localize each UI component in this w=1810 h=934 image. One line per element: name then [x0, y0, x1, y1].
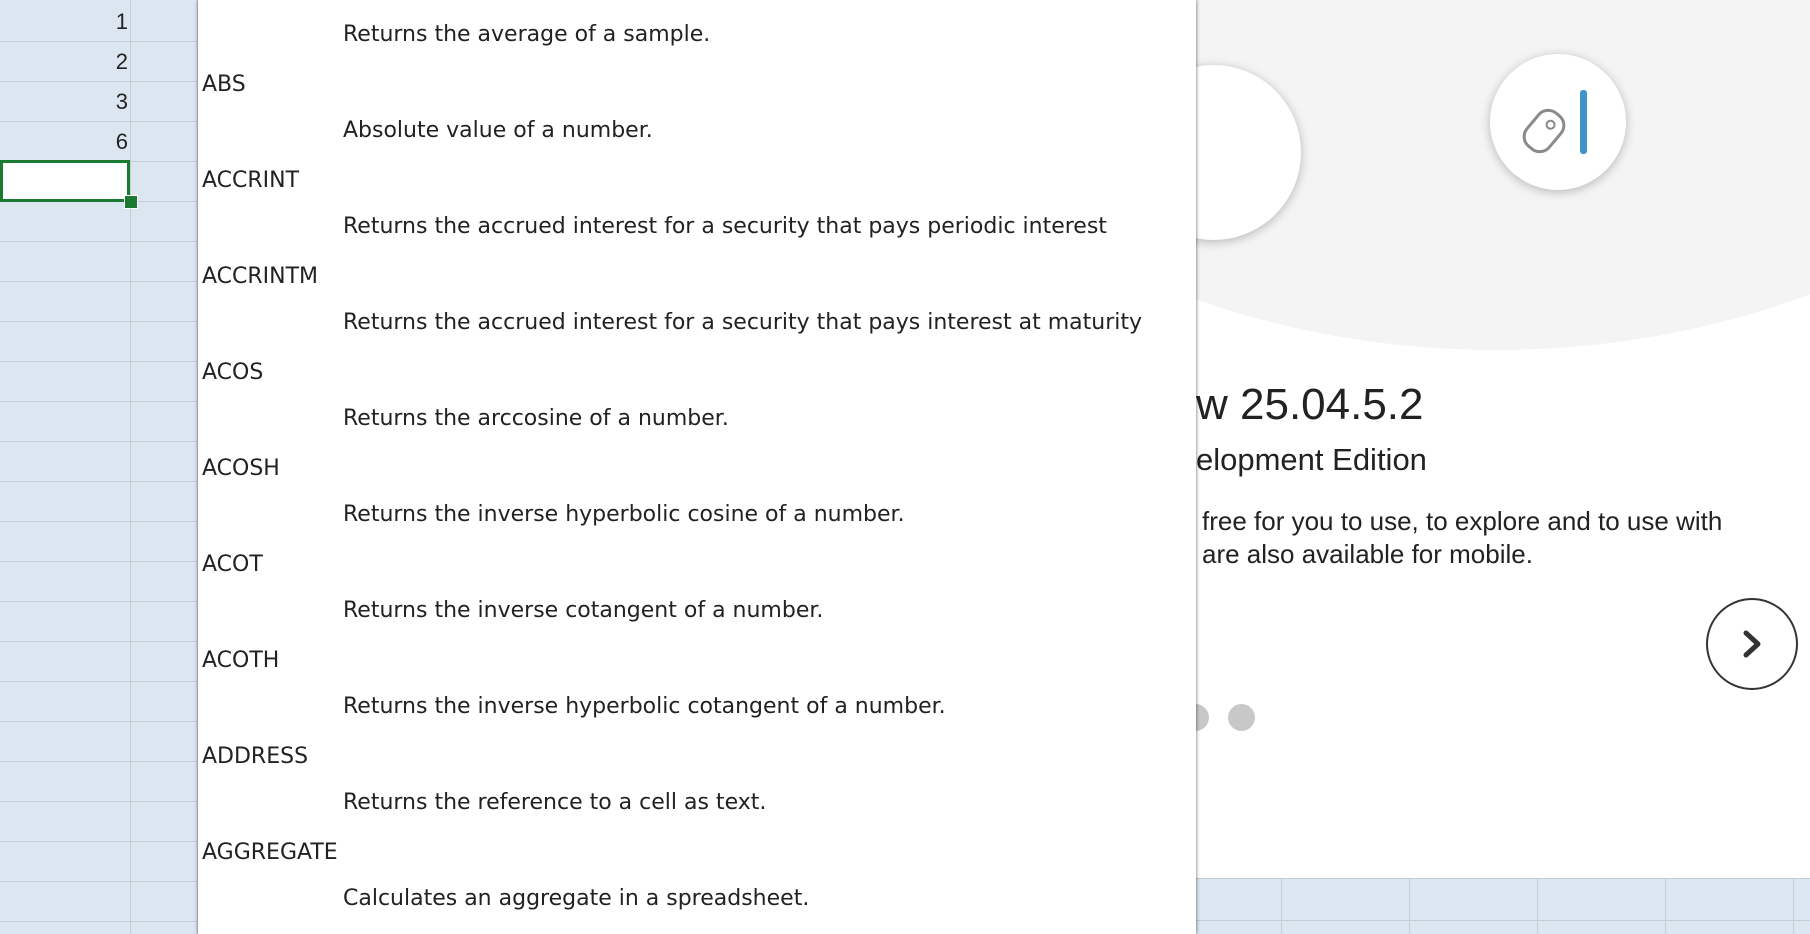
grid-line — [1537, 878, 1538, 934]
cursor-bar-icon — [1580, 90, 1587, 154]
function-item-acos[interactable]: ACOS — [202, 360, 263, 385]
cell-a2[interactable]: 2 — [0, 49, 128, 75]
function-description: Returns the average of a sample. — [343, 22, 711, 47]
cell-a4[interactable]: 6 — [0, 129, 128, 155]
grid-line — [0, 401, 198, 402]
function-item-acoth[interactable]: ACOTH — [202, 648, 279, 673]
edition-subtitle: elopment Edition — [1196, 442, 1427, 477]
function-description: Returns the inverse hyperbolic cotangent… — [343, 694, 946, 719]
grid-line — [0, 641, 198, 642]
next-page-button[interactable] — [1706, 598, 1798, 690]
function-description: Returns the arccosine of a number. — [343, 406, 729, 431]
grid-line — [1281, 878, 1282, 934]
welcome-description: free for you to use, to explore and to u… — [1196, 505, 1722, 571]
function-item-accrint[interactable]: ACCRINT — [202, 168, 299, 193]
grid-line — [0, 521, 198, 522]
page-dot[interactable] — [1228, 704, 1255, 731]
grid-line — [0, 441, 198, 442]
grid-line — [0, 841, 198, 842]
tag-icon — [1516, 103, 1572, 159]
function-description: Absolute value of a number. — [343, 118, 653, 143]
grid-line — [0, 601, 198, 602]
cell-a3[interactable]: 3 — [0, 89, 128, 115]
grid-line — [1665, 878, 1666, 934]
function-description: Returns the reference to a cell as text. — [343, 790, 767, 815]
function-description: Returns the accrued interest for a secur… — [343, 310, 1143, 335]
tag-feature-icon — [1490, 54, 1626, 190]
welcome-dialog: w 25.04.5.2 elopment Edition free for yo… — [1196, 0, 1810, 878]
grid-line — [0, 281, 198, 282]
function-description: Returns the inverse cotangent of a numbe… — [343, 598, 824, 623]
grid-line — [0, 121, 198, 122]
grid-line — [0, 241, 198, 242]
chevron-right-icon — [1743, 630, 1761, 658]
function-item-accrintm[interactable]: ACCRINTM — [202, 264, 318, 289]
grid-line — [1196, 878, 1810, 879]
function-item-address[interactable]: ADDRESS — [202, 744, 308, 769]
description-line-2: are also available for mobile. — [1202, 539, 1533, 569]
grid-line — [0, 681, 198, 682]
function-description: Returns the accrued interest for a secur… — [343, 214, 1107, 239]
grid-line — [1793, 878, 1794, 934]
function-item-aggregate[interactable]: AGGREGATE — [202, 840, 338, 865]
function-description: Calculates an aggregate in a spreadsheet… — [343, 886, 810, 911]
function-description: Returns the inverse hyperbolic cosine of… — [343, 502, 905, 527]
description-line-1: free for you to use, to explore and to u… — [1202, 506, 1723, 536]
grid-line — [0, 41, 198, 42]
grid-line — [0, 561, 198, 562]
grid-line — [130, 0, 131, 934]
function-item-abs[interactable]: ABS — [202, 72, 246, 97]
function-list-dropdown[interactable]: Returns the average of a sample. ABS Abs… — [198, 0, 1196, 934]
grid-line — [1409, 878, 1410, 934]
grid-line — [0, 721, 198, 722]
grid-line — [0, 761, 198, 762]
grid-line — [0, 81, 198, 82]
grid-line — [0, 921, 198, 922]
grid-line — [1196, 920, 1810, 921]
sheet-grid-bottom[interactable] — [1196, 878, 1810, 934]
grid-line — [0, 481, 198, 482]
grid-line — [0, 361, 198, 362]
page-dot[interactable] — [1196, 704, 1209, 731]
cell-a1[interactable]: 1 — [0, 9, 128, 35]
version-title: w 25.04.5.2 — [1196, 380, 1424, 429]
grid-line — [0, 801, 198, 802]
grid-line — [0, 881, 198, 882]
grid-line — [0, 321, 198, 322]
fill-handle[interactable] — [124, 195, 138, 209]
function-item-acot[interactable]: ACOT — [202, 552, 263, 577]
selected-cell-a5[interactable] — [0, 160, 130, 202]
function-item-acosh[interactable]: ACOSH — [202, 456, 280, 481]
